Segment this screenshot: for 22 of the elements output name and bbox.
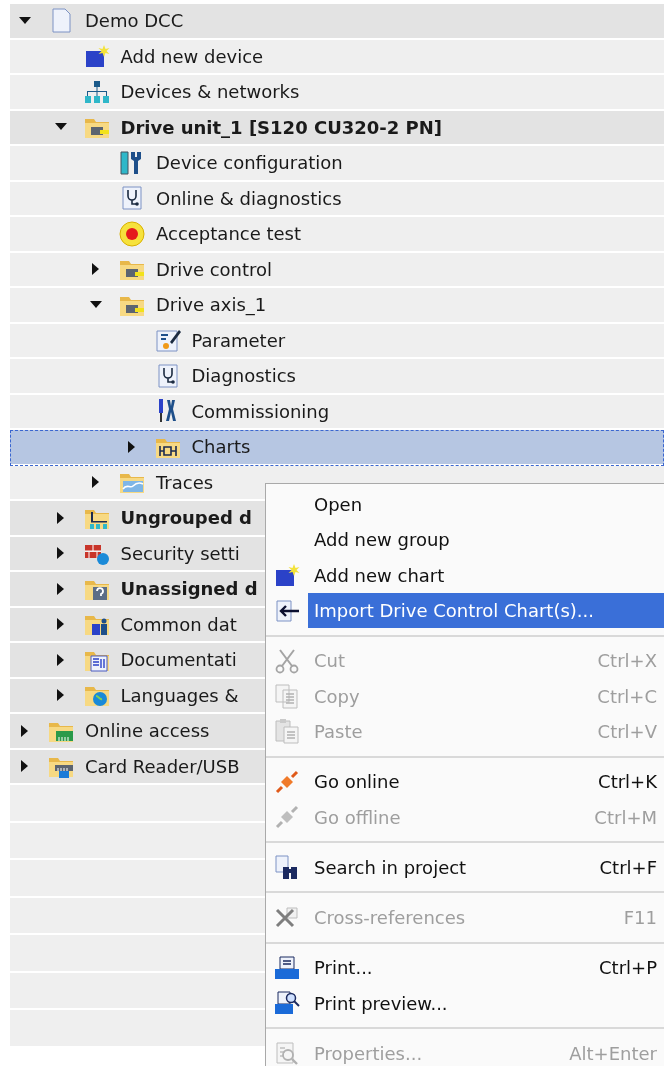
- tree-item-label: Card Reader/USB: [85, 755, 240, 777]
- tree-item-label: Devices & networks: [120, 81, 300, 103]
- tree-item-label: Add new device: [120, 45, 264, 67]
- tree-item-label: Unassigned d: [120, 578, 258, 600]
- tree-item-label: Demo DCC: [85, 10, 184, 32]
- tree-item-label: Documentati: [120, 649, 237, 671]
- tree-item-label: Drive axis_1: [156, 294, 267, 316]
- tree-item-label: Security setti: [120, 542, 240, 564]
- tree-item-label: Device configuration: [156, 152, 343, 174]
- tree-item-label: Acceptance test: [156, 223, 302, 245]
- tree-item-label: Parameter: [191, 329, 286, 351]
- tree-item-label: Online & diagnostics: [156, 187, 342, 209]
- tree-item-label: Common dat: [120, 613, 237, 635]
- tree-item-label: Diagnostics: [191, 365, 296, 387]
- tree-item-label: Drive control: [156, 258, 273, 280]
- tree-item-label: Online access: [85, 720, 210, 742]
- tree-item-label: Traces: [156, 471, 214, 493]
- tree-item-label: Commissioning: [191, 400, 330, 422]
- tree-item-label: Languages &: [120, 684, 239, 706]
- tree-item-label: Ungrouped d: [120, 507, 252, 529]
- tree-item-label: Charts: [191, 436, 251, 458]
- tree-item-label: Drive unit_1 [S120 CU320-2 PN]: [120, 116, 443, 138]
